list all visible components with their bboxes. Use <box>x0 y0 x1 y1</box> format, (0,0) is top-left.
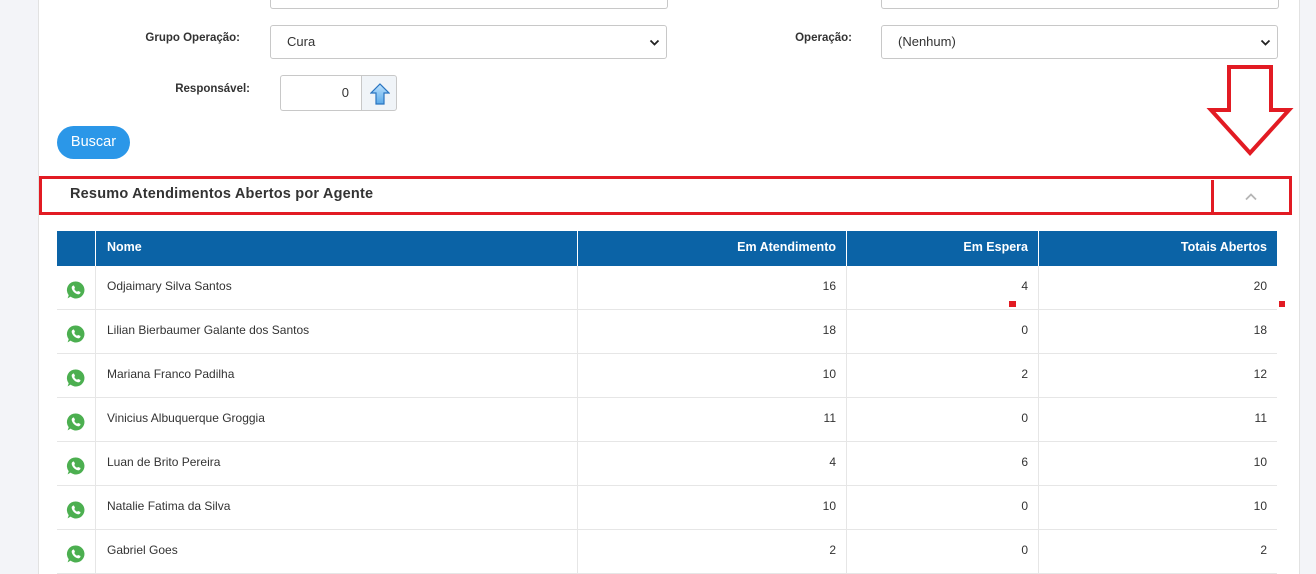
grupo-operacao-select[interactable]: Cura <box>270 25 667 59</box>
whatsapp-icon[interactable] <box>66 368 86 388</box>
table-row[interactable]: Mariana Franco Padilha 10 2 12 <box>57 354 1277 398</box>
row-icon-cell <box>57 398 95 442</box>
previous-field-right[interactable] <box>881 0 1279 9</box>
annotation-dot <box>1279 301 1285 307</box>
cell-nome: Vinicius Albuquerque Groggia <box>95 398 577 442</box>
cell-totais-abertos: 12 <box>1038 354 1277 398</box>
cell-em-espera: 0 <box>846 530 1038 574</box>
previous-field-left[interactable] <box>270 0 668 9</box>
panel-title: Resumo Atendimentos Abertos por Agente <box>70 186 374 202</box>
row-icon-cell <box>57 310 95 354</box>
cell-em-atendimento: 10 <box>577 486 846 530</box>
cell-totais-abertos: 10 <box>1038 486 1277 530</box>
cell-em-atendimento: 11 <box>577 398 846 442</box>
whatsapp-icon[interactable] <box>66 544 86 564</box>
table-row[interactable]: Natalie Fatima da Silva 10 0 10 <box>57 486 1277 530</box>
chevron-down-icon <box>1260 39 1271 46</box>
collapse-toggle[interactable] <box>1211 180 1292 215</box>
chevron-down-icon <box>649 39 660 46</box>
content-left-border <box>38 0 39 574</box>
header-em-atendimento[interactable]: Em Atendimento <box>577 231 846 266</box>
row-icon-cell <box>57 354 95 398</box>
table-row[interactable]: Vinicius Albuquerque Groggia 11 0 11 <box>57 398 1277 442</box>
grupo-operacao-value: Cura <box>287 34 316 49</box>
annotation-dot <box>1009 301 1016 307</box>
cell-nome: Natalie Fatima da Silva <box>95 486 577 530</box>
operacao-value: (Nenhum) <box>898 34 956 49</box>
cell-nome: Mariana Franco Padilha <box>95 354 577 398</box>
cell-em-espera: 6 <box>846 442 1038 486</box>
arrow-up-icon <box>370 83 390 105</box>
operacao-select[interactable]: (Nenhum) <box>881 25 1278 59</box>
operacao-label: Operação: <box>795 32 852 44</box>
table-row[interactable]: Odjaimary Silva Santos 16 4 20 <box>57 266 1277 310</box>
header-nome[interactable]: Nome <box>95 231 577 266</box>
whatsapp-icon[interactable] <box>66 280 86 300</box>
table-row[interactable]: Gabriel Goes 2 0 2 <box>57 530 1277 574</box>
table-row[interactable]: Lilian Bierbaumer Galante dos Santos 18 0 1… <box>57 310 1277 354</box>
responsavel-label: Responsável: <box>175 83 250 95</box>
cell-em-espera: 0 <box>846 398 1038 442</box>
left-gutter <box>0 0 38 574</box>
cell-totais-abertos: 11 <box>1038 398 1277 442</box>
cell-em-espera: 2 <box>846 354 1038 398</box>
responsavel-select-button[interactable] <box>361 75 397 111</box>
row-icon-cell <box>57 442 95 486</box>
cell-em-espera: 0 <box>846 310 1038 354</box>
cell-em-atendimento: 18 <box>577 310 846 354</box>
whatsapp-icon[interactable] <box>66 412 86 432</box>
row-icon-cell <box>57 266 95 310</box>
row-icon-cell <box>57 530 95 574</box>
arrow-down-icon <box>1206 65 1294 156</box>
cell-nome: Lilian Bierbaumer Galante dos Santos <box>95 310 577 354</box>
chevron-up-icon <box>1245 193 1257 201</box>
row-icon-cell <box>57 486 95 530</box>
buscar-button[interactable]: Buscar <box>57 126 130 159</box>
header-totais-abertos[interactable]: Totais Abertos <box>1038 231 1277 266</box>
cell-em-atendimento: 16 <box>577 266 846 310</box>
cell-em-atendimento: 2 <box>577 530 846 574</box>
whatsapp-icon[interactable] <box>66 456 86 476</box>
cell-totais-abertos: 20 <box>1038 266 1277 310</box>
cell-totais-abertos: 18 <box>1038 310 1277 354</box>
cell-em-atendimento: 10 <box>577 354 846 398</box>
whatsapp-icon[interactable] <box>66 500 86 520</box>
header-icon-column <box>57 231 95 266</box>
cell-nome: Luan de Brito Pereira <box>95 442 577 486</box>
cell-totais-abertos: 2 <box>1038 530 1277 574</box>
cell-totais-abertos: 10 <box>1038 442 1277 486</box>
responsavel-input[interactable]: 0 <box>280 75 361 111</box>
right-gutter <box>1300 0 1316 574</box>
cell-em-atendimento: 4 <box>577 442 846 486</box>
cell-nome: Gabriel Goes <box>95 530 577 574</box>
cell-em-espera: 0 <box>846 486 1038 530</box>
table-row[interactable]: Luan de Brito Pereira 4 6 10 <box>57 442 1277 486</box>
header-em-espera[interactable]: Em Espera <box>846 231 1038 266</box>
content-right-border <box>1299 0 1300 574</box>
whatsapp-icon[interactable] <box>66 324 86 344</box>
table-header: Nome Em Atendimento Em Espera Totais Abe… <box>57 231 1277 266</box>
grupo-operacao-label: Grupo Operação: <box>145 32 240 44</box>
cell-nome: Odjaimary Silva Santos <box>95 266 577 310</box>
